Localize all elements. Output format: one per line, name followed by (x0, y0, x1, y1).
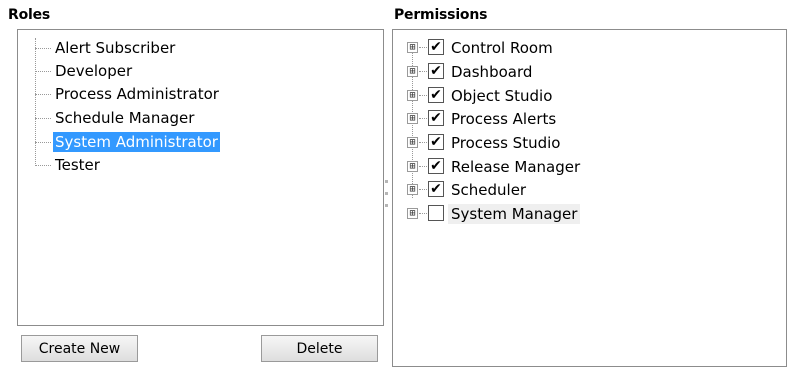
role-item-alert-subscriber[interactable]: Alert Subscriber (18, 37, 358, 59)
checkmark-icon: ✔ (430, 158, 442, 174)
tree-branch-line (35, 165, 51, 166)
permission-label: System Manager (448, 204, 581, 224)
tree-branch-line (419, 213, 427, 214)
permission-checkbox[interactable]: ✔ (428, 110, 444, 126)
splitter-grip-dot (385, 192, 388, 195)
tree-branch-line (419, 47, 427, 48)
splitter-grip-dot (385, 204, 388, 207)
tree-branch-line (35, 71, 51, 72)
tree-branch-line (419, 118, 427, 119)
role-label: Schedule Manager (55, 109, 195, 127)
role-item-developer[interactable]: Developer (18, 60, 358, 82)
expand-icon[interactable]: ⊞ (407, 42, 418, 53)
permission-label: Release Manager (451, 158, 581, 176)
permission-label: Process Alerts (451, 110, 557, 128)
expand-icon[interactable]: ⊞ (407, 113, 418, 124)
checkmark-icon: ✔ (430, 39, 442, 55)
permission-item-release-manager[interactable]: ⊞ ✔ Release Manager (393, 155, 753, 179)
role-label: Tester (55, 156, 100, 174)
permission-checkbox[interactable]: ✔ (428, 87, 444, 103)
role-item-schedule-manager[interactable]: Schedule Manager (18, 107, 358, 129)
tree-branch-line (419, 95, 427, 96)
role-label: Alert Subscriber (55, 39, 176, 57)
expand-icon[interactable]: ⊞ (407, 66, 418, 77)
checkmark-icon: ✔ (430, 181, 442, 197)
permission-label: Scheduler (451, 181, 527, 199)
permission-checkbox[interactable]: ✔ (428, 63, 444, 79)
tree-branch-line (35, 142, 51, 143)
splitter-grip-dot (385, 180, 388, 183)
permission-item-dashboard[interactable]: ⊞ ✔ Dashboard (393, 60, 753, 84)
create-new-button[interactable]: Create New (21, 335, 138, 362)
roles-title: Roles (8, 7, 51, 23)
expand-icon[interactable]: ⊞ (407, 184, 418, 195)
permission-checkbox[interactable]: ✔ (428, 158, 444, 174)
permission-label: Control Room (451, 39, 553, 57)
expand-icon[interactable]: ⊞ (407, 161, 418, 172)
permission-item-object-studio[interactable]: ⊞ ✔ Object Studio (393, 84, 753, 108)
permission-checkbox-unchecked[interactable] (428, 205, 444, 221)
tree-branch-line (35, 118, 51, 119)
expand-icon[interactable]: ⊞ (407, 90, 418, 101)
tree-branch-line (419, 71, 427, 72)
checkmark-icon: ✔ (430, 134, 442, 150)
expand-icon[interactable]: ⊞ (407, 137, 418, 148)
permission-label: Dashboard (451, 63, 533, 81)
role-label: Developer (55, 62, 133, 80)
role-label: Process Administrator (55, 85, 219, 103)
tree-branch-line (419, 189, 427, 190)
tree-branch-line (419, 166, 427, 167)
permission-item-system-manager[interactable]: ⊞ System Manager (393, 202, 753, 226)
checkmark-icon: ✔ (430, 63, 442, 79)
role-label-selected: System Administrator (53, 132, 220, 152)
permissions-title: Permissions (394, 7, 488, 23)
role-item-process-administrator[interactable]: Process Administrator (18, 83, 358, 105)
delete-button[interactable]: Delete (261, 335, 378, 362)
role-item-tester[interactable]: Tester (18, 154, 358, 176)
tree-branch-line (35, 94, 51, 95)
permission-label: Object Studio (451, 87, 553, 105)
checkmark-icon: ✔ (430, 87, 442, 103)
tree-branch-line (419, 142, 427, 143)
permission-item-process-alerts[interactable]: ⊞ ✔ Process Alerts (393, 107, 753, 131)
permission-item-process-studio[interactable]: ⊞ ✔ Process Studio (393, 131, 753, 155)
permission-label: Process Studio (451, 134, 561, 152)
role-item-system-administrator[interactable]: System Administrator (18, 131, 358, 153)
permissions-tree[interactable]: ⊞ ✔ Control Room ⊞ ✔ Dashboard ⊞ ✔ Objec… (392, 29, 787, 367)
roles-tree[interactable]: Alert Subscriber Developer Process Admin… (17, 29, 384, 326)
permission-checkbox[interactable]: ✔ (428, 181, 444, 197)
permission-checkbox[interactable]: ✔ (428, 39, 444, 55)
expand-icon[interactable]: ⊞ (407, 208, 418, 219)
checkmark-icon: ✔ (430, 110, 442, 126)
permission-item-scheduler[interactable]: ⊞ ✔ Scheduler (393, 178, 753, 202)
permission-item-control-room[interactable]: ⊞ ✔ Control Room (393, 36, 753, 60)
tree-branch-line (35, 48, 51, 49)
permission-checkbox[interactable]: ✔ (428, 134, 444, 150)
